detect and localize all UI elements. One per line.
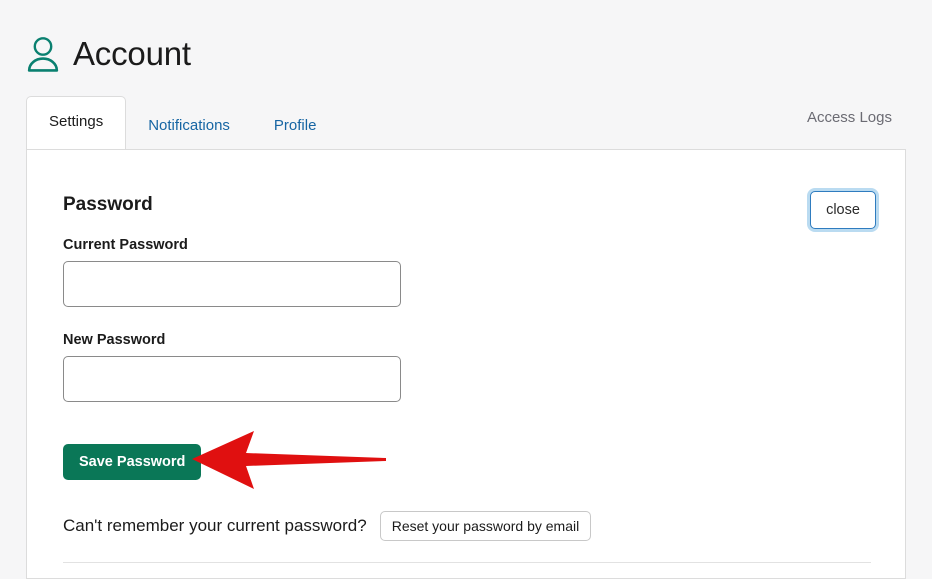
tab-bar: Settings Notifications Profile Access Lo… [26,96,906,149]
new-password-label: New Password [63,332,166,348]
page-header: Account [26,34,191,72]
tab-profile[interactable]: Profile [252,103,339,149]
password-settings-card: Password close Current Password New Pass… [26,149,906,579]
password-reset-row: Can't remember your current password? Re… [63,511,592,541]
access-logs-link[interactable]: Access Logs [807,109,892,126]
current-password-label: Current Password [63,237,188,253]
page-title: Account [73,34,191,72]
password-section-heading: Password [63,194,153,215]
reset-password-by-email-button[interactable]: Reset your password by email [379,511,592,541]
reset-question-text: Can't remember your current password? [63,516,367,535]
tab-settings[interactable]: Settings [26,96,127,149]
current-password-input[interactable] [63,261,401,307]
close-button[interactable]: close [810,191,876,229]
section-divider [63,562,871,563]
new-password-input[interactable] [63,356,401,402]
tab-notifications[interactable]: Notifications [126,103,252,149]
user-icon [27,37,59,72]
save-password-button[interactable]: Save Password [63,444,202,480]
